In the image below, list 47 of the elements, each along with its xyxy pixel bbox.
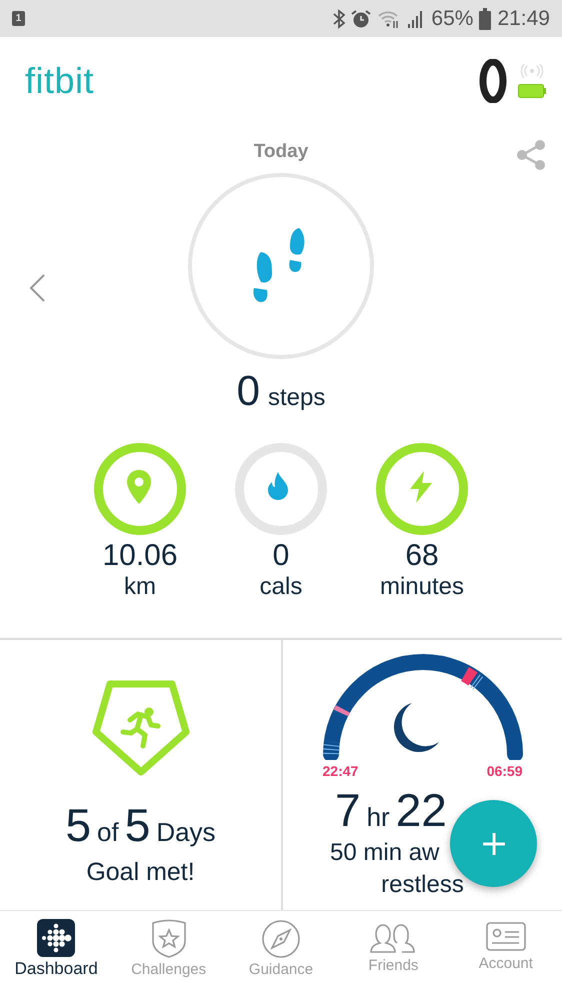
sleep-minutes: 22 <box>396 783 447 837</box>
tracker-battery-icon <box>518 84 546 98</box>
sleep-start-time: 22:47 <box>322 763 358 779</box>
nav-tab[interactable]: Challenges <box>112 911 225 999</box>
app-logo: fitbit <box>25 60 94 102</box>
previous-day-chevron-icon[interactable] <box>28 273 46 303</box>
share-icon[interactable] <box>516 139 546 171</box>
date-title: Today <box>254 141 308 163</box>
sync-signal-icon <box>521 64 543 78</box>
nav-tab[interactable]: Guidance <box>224 911 338 999</box>
flame-icon <box>268 472 288 500</box>
sleep-hours: 7 <box>335 783 361 837</box>
alarm-clock-icon <box>351 8 372 28</box>
running-badge-icon <box>92 680 190 776</box>
days-total: 5 <box>124 798 150 852</box>
clock-time: 21:49 <box>497 6 550 30</box>
stat-unit: minutes <box>380 573 464 601</box>
battery-percentage: 65% <box>431 6 474 30</box>
nav-tab[interactable]: Friends <box>337 911 450 999</box>
stat-value: 0 <box>272 539 290 573</box>
stat-unit: km <box>124 573 156 601</box>
days-label: Days <box>156 817 216 848</box>
steps-count: 0 <box>236 367 260 415</box>
nav-tab[interactable]: Dashboard <box>0 911 112 999</box>
location-pin-icon <box>127 470 151 504</box>
sleep-end-time: 06:59 <box>486 763 522 779</box>
awake-time: 50 min aw <box>330 838 440 868</box>
plus-icon <box>482 832 506 856</box>
stat-value: 10.06 <box>102 539 178 573</box>
exercise-goal-tile[interactable]: 5 of 5 Days Goal met! <box>0 640 281 910</box>
of-label: of <box>97 817 119 848</box>
compass-icon <box>261 919 302 959</box>
days-done: 5 <box>65 798 92 852</box>
battery-icon <box>479 8 492 30</box>
fitness-band-icon <box>478 59 508 103</box>
bluetooth-icon <box>333 8 346 28</box>
hours-unit: hr <box>366 802 390 833</box>
lightning-icon <box>408 471 434 503</box>
restless-label: restless <box>381 870 464 900</box>
sim-indicator: 1 <box>12 11 25 26</box>
stat-value: 68 <box>405 539 439 573</box>
dots-logo-icon <box>37 919 76 957</box>
id-card-icon <box>486 919 526 953</box>
nav-tab[interactable]: Account <box>450 911 562 999</box>
steps-unit: steps <box>268 384 326 412</box>
goal-caption: Goal met! <box>86 858 195 887</box>
stat-unit: cals <box>260 573 302 601</box>
